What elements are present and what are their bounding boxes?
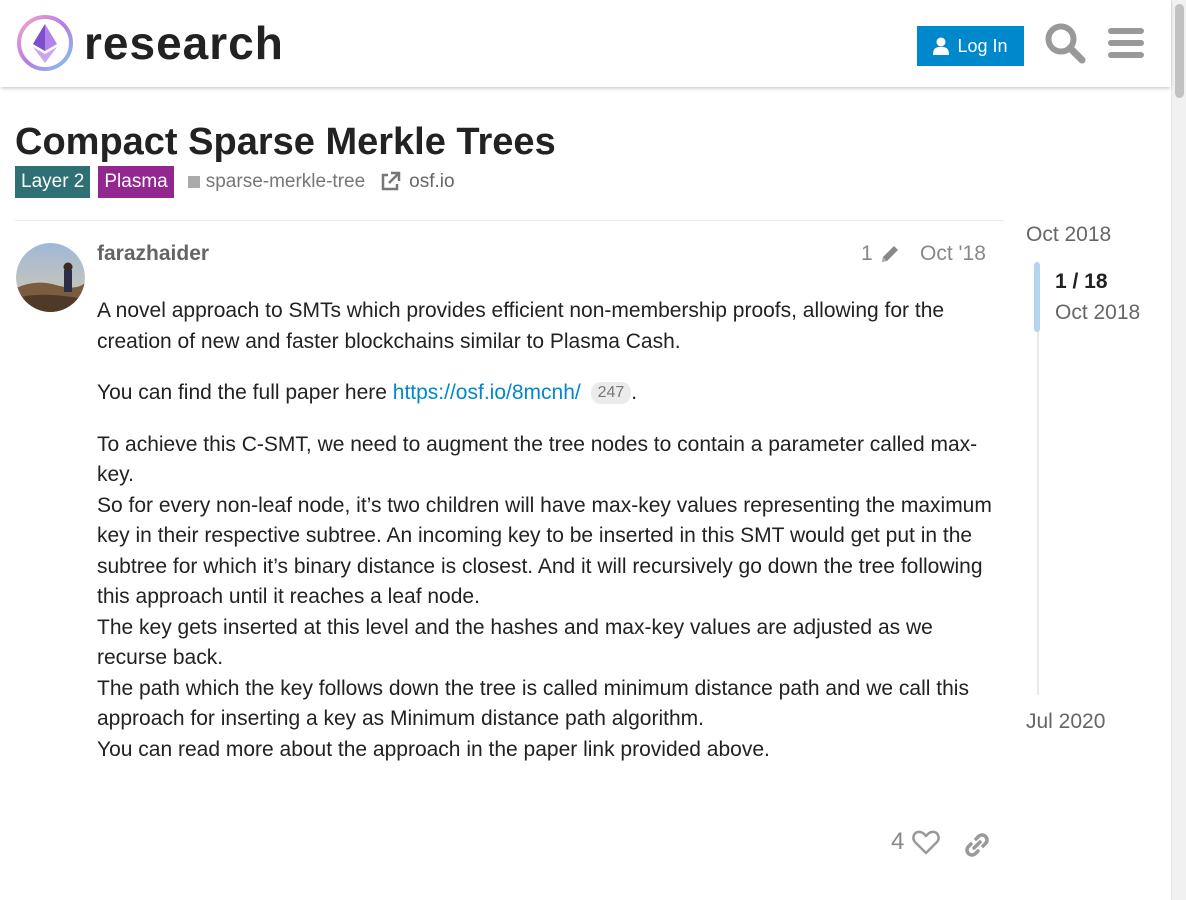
post-paragraph: You can read more about the approach in … <box>97 737 770 761</box>
login-button[interactable]: Log In <box>917 26 1024 66</box>
post-paragraph: To achieve this C-SMT, we need to augmen… <box>97 432 978 487</box>
tag-square-icon <box>187 176 200 188</box>
link-click-count: 247 <box>590 382 632 404</box>
topic-tags: Layer 2 Plasma sparse-merkle-tree osf.io <box>15 166 455 198</box>
page-scrollbar[interactable] <box>1171 0 1186 900</box>
user-avatar[interactable] <box>16 243 85 312</box>
edit-count: 1 <box>861 242 873 265</box>
scrollbar-thumb[interactable] <box>1175 4 1184 98</box>
post-body: A novel approach to SMTs which provides … <box>97 296 997 765</box>
paper-link[interactable]: https://osf.io/8mcnh/ <box>393 381 581 404</box>
timeline-position: 1 / 18 <box>1055 270 1108 293</box>
post-author[interactable]: farazhaider <box>97 240 209 268</box>
topic-title[interactable]: Compact Sparse Merkle Trees <box>15 118 556 166</box>
external-link[interactable]: osf.io <box>379 171 455 193</box>
timeline-handle[interactable] <box>1034 262 1040 332</box>
pencil-icon <box>881 246 898 262</box>
user-icon <box>933 37 950 55</box>
search-icon[interactable] <box>1044 22 1086 64</box>
site-header: research Log In <box>0 0 1171 87</box>
tag-sparse-merkle-tree[interactable]: sparse-merkle-tree <box>187 171 366 193</box>
share-link-icon[interactable] <box>963 831 991 861</box>
timeline-start-date[interactable]: Oct 2018 <box>1026 221 1111 249</box>
tag-label: sparse-merkle-tree <box>205 171 366 192</box>
ethresearch-logo-icon[interactable] <box>16 14 74 72</box>
hamburger-menu-icon[interactable] <box>1106 22 1146 64</box>
post-paragraph: The key gets inserted at this level and … <box>97 615 933 670</box>
heart-icon <box>912 830 941 855</box>
site-logo-text[interactable]: research <box>84 14 284 72</box>
post-edit-history[interactable]: 1 <box>861 240 901 268</box>
topic-divider <box>15 220 1004 221</box>
post-date[interactable]: Oct '18 <box>920 240 986 268</box>
post-paragraph-link: You can find the full paper here https:/… <box>97 378 997 409</box>
category-badge-plasma[interactable]: Plasma <box>98 166 174 198</box>
timeline-end-date[interactable]: Jul 2020 <box>1026 708 1105 736</box>
post-paragraph: The path which the key follows down the … <box>97 676 969 731</box>
login-button-label: Log In <box>957 35 1008 56</box>
external-link-label: osf.io <box>409 171 455 192</box>
link-suffix-text: . <box>631 381 638 404</box>
like-button[interactable]: 4 <box>891 828 941 856</box>
timeline-position-date: Oct 2018 <box>1055 301 1141 324</box>
external-link-icon <box>381 171 401 191</box>
like-count: 4 <box>891 828 905 855</box>
post-paragraph: So for every non-leaf node, it’s two chi… <box>97 493 992 609</box>
post-paragraph: A novel approach to SMTs which provides … <box>97 299 945 353</box>
link-prefix-text: You can find the full paper here <box>97 381 393 404</box>
category-badge-layer2[interactable]: Layer 2 <box>15 166 91 198</box>
